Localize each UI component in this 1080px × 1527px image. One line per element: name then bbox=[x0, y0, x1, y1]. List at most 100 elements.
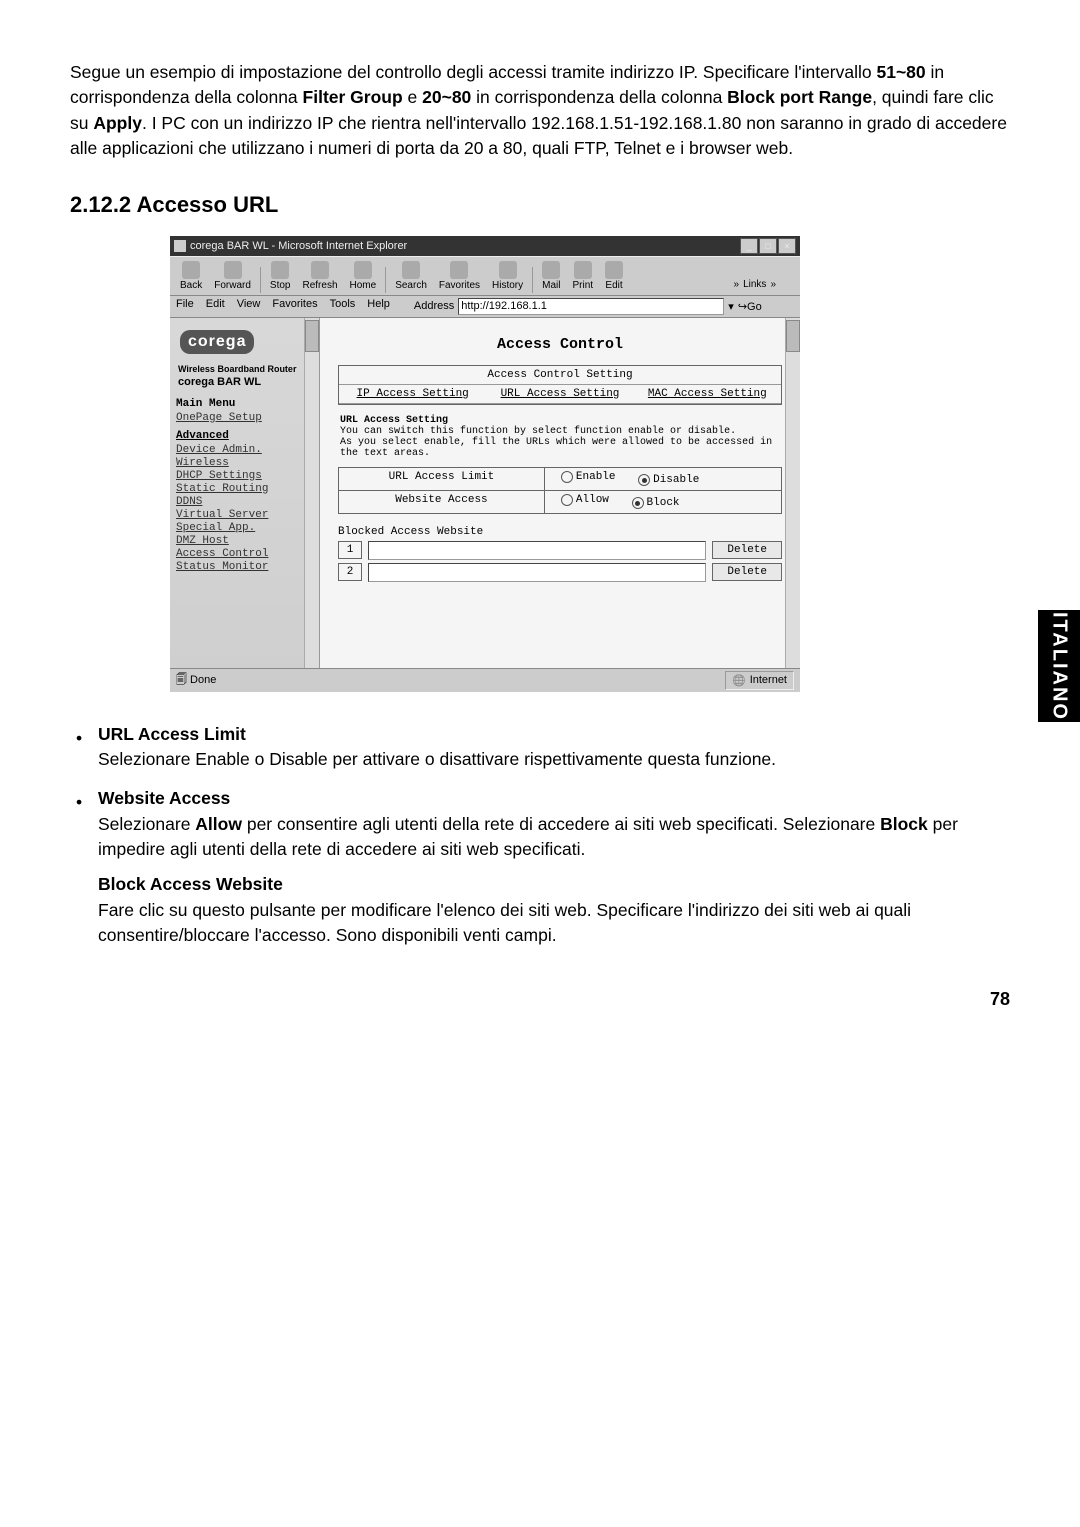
tab-url[interactable]: URL Access Setting bbox=[486, 385, 633, 403]
content-frame: corega Wireless Boardband Router corega … bbox=[170, 318, 800, 668]
sidebar-section-main: Main Menu bbox=[176, 398, 313, 410]
menu-view[interactable]: View bbox=[237, 298, 261, 315]
menu-file[interactable]: File bbox=[176, 298, 194, 315]
tab-ip[interactable]: IP Access Setting bbox=[339, 385, 486, 403]
stop-button[interactable]: Stop bbox=[264, 259, 297, 293]
forward-label: Forward bbox=[214, 280, 251, 291]
sidebar-item-onepage[interactable]: OnePage Setup bbox=[176, 412, 313, 424]
intro-text: . I PC con un indirizzo IP che rientra n… bbox=[70, 113, 1007, 158]
blocked-heading: Blocked Access Website bbox=[338, 526, 782, 538]
mail-icon bbox=[542, 261, 560, 279]
links-chevron-icon[interactable]: » bbox=[770, 279, 776, 290]
links-chevron-icon[interactable]: » bbox=[734, 279, 740, 290]
radio-disable[interactable]: Disable bbox=[638, 474, 699, 486]
bullet-title: Website Access bbox=[98, 786, 1010, 811]
go-button[interactable]: ↪Go bbox=[738, 300, 762, 313]
delete-button[interactable]: Delete bbox=[712, 563, 782, 581]
edit-icon bbox=[605, 261, 623, 279]
address-dropdown-icon[interactable]: ▾ bbox=[728, 300, 734, 313]
home-button[interactable]: Home bbox=[344, 259, 383, 293]
internet-zone-icon: 🌐 bbox=[732, 674, 746, 687]
blocked-row-1: 1 Delete bbox=[338, 541, 782, 560]
menu-tools[interactable]: Tools bbox=[330, 298, 356, 315]
intro-bold: Filter Group bbox=[303, 87, 403, 107]
close-button[interactable]: × bbox=[778, 238, 796, 254]
stop-label: Stop bbox=[270, 280, 291, 291]
radio-enable[interactable]: Enable bbox=[561, 471, 616, 483]
bullet-website-access: • Website Access Selezionare Allow per c… bbox=[70, 786, 1010, 948]
sidebar-item-status[interactable]: Status Monitor bbox=[176, 561, 313, 573]
bullet-text-part: Selezionare bbox=[98, 814, 195, 834]
router-main: Access Control Access Control Setting IP… bbox=[320, 318, 800, 668]
history-button[interactable]: History bbox=[486, 259, 529, 293]
throbber-icon bbox=[780, 277, 796, 293]
bullet-subtext: Fare clic su questo pulsante per modific… bbox=[98, 898, 1010, 949]
sidebar-item-dmz[interactable]: DMZ Host bbox=[176, 535, 313, 547]
search-icon bbox=[402, 261, 420, 279]
menu-favorites[interactable]: Favorites bbox=[272, 298, 317, 315]
sidebar-item-dhcp[interactable]: DHCP Settings bbox=[176, 470, 313, 482]
desc-heading: URL Access Setting bbox=[340, 415, 448, 426]
back-icon bbox=[182, 261, 200, 279]
main-scrollbar[interactable] bbox=[785, 318, 800, 668]
maximize-button[interactable]: □ bbox=[759, 238, 777, 254]
sidebar-item-static[interactable]: Static Routing bbox=[176, 483, 313, 495]
home-label: Home bbox=[350, 280, 377, 291]
sidebar-item-device[interactable]: Device Admin. bbox=[176, 444, 313, 456]
zone-label: Internet bbox=[750, 674, 787, 686]
favorites-label: Favorites bbox=[439, 280, 480, 291]
sidebar-item-wireless[interactable]: Wireless bbox=[176, 457, 313, 469]
search-label: Search bbox=[395, 280, 427, 291]
forward-button[interactable]: Forward bbox=[208, 259, 257, 293]
sidebar-item-access[interactable]: Access Control bbox=[176, 548, 313, 560]
tabs-caption: Access Control Setting bbox=[339, 366, 781, 385]
intro-bold: 20~80 bbox=[422, 87, 471, 107]
blocked-row-2: 2 Delete bbox=[338, 563, 782, 582]
sidebar-scrollbar[interactable] bbox=[304, 318, 319, 668]
blocked-url-input[interactable] bbox=[368, 563, 706, 582]
sidebar-item-ddns[interactable]: DDNS bbox=[176, 496, 313, 508]
intro-paragraph: Segue un esempio di impostazione del con… bbox=[70, 60, 1010, 162]
section-heading: 2.12.2 Accesso URL bbox=[70, 192, 1010, 218]
bullet-text-part: per consentire agli utenti della rete di… bbox=[242, 814, 880, 834]
bullet-block-access-website: Block Access Website Fare clic su questo… bbox=[98, 872, 1010, 948]
intro-text: in corrispondenza della colonna bbox=[471, 87, 727, 107]
sidebar-item-virtual[interactable]: Virtual Server bbox=[176, 509, 313, 521]
history-icon bbox=[499, 261, 517, 279]
radio-allow-label: Allow bbox=[576, 494, 609, 506]
radio-block[interactable]: Block bbox=[632, 497, 680, 509]
print-icon bbox=[574, 261, 592, 279]
sidebar-product: corega BAR WL bbox=[178, 376, 311, 388]
blocked-url-input[interactable] bbox=[368, 541, 706, 560]
delete-button[interactable]: Delete bbox=[712, 541, 782, 559]
blocked-section: Blocked Access Website 1 Delete 2 Delete bbox=[338, 526, 782, 582]
sidebar-section-advanced[interactable]: Advanced bbox=[176, 430, 313, 442]
edit-button[interactable]: Edit bbox=[599, 259, 629, 293]
bullet-url-access-limit: • URL Access Limit Selezionare Enable o … bbox=[70, 722, 1010, 773]
tab-mac[interactable]: MAC Access Setting bbox=[634, 385, 781, 403]
address-label: Address bbox=[414, 300, 454, 312]
links-label[interactable]: Links bbox=[743, 279, 766, 290]
intro-text: Segue un esempio di impostazione del con… bbox=[70, 62, 877, 82]
refresh-button[interactable]: Refresh bbox=[297, 259, 344, 293]
back-button[interactable]: Back bbox=[174, 259, 208, 293]
radio-allow[interactable]: Allow bbox=[561, 494, 609, 506]
minimize-button[interactable]: _ bbox=[740, 238, 758, 254]
desc-line1: You can switch this function by select f… bbox=[340, 426, 736, 437]
mail-label: Mail bbox=[542, 280, 560, 291]
intro-bold: Apply bbox=[93, 113, 142, 133]
mail-button[interactable]: Mail bbox=[536, 259, 566, 293]
refresh-icon bbox=[311, 261, 329, 279]
sidebar-item-special[interactable]: Special App. bbox=[176, 522, 313, 534]
menu-help[interactable]: Help bbox=[367, 298, 390, 315]
ie-icon bbox=[174, 240, 186, 252]
bullet-list: • URL Access Limit Selezionare Enable o … bbox=[70, 722, 1010, 949]
brand-logo: corega bbox=[180, 330, 254, 354]
desc-line2: As you select enable, fill the URLs whic… bbox=[340, 437, 772, 459]
menu-edit[interactable]: Edit bbox=[206, 298, 225, 315]
address-input[interactable] bbox=[458, 298, 724, 315]
print-button[interactable]: Print bbox=[566, 259, 599, 293]
page-heading: Access Control bbox=[338, 336, 782, 353]
search-button[interactable]: Search bbox=[389, 259, 433, 293]
favorites-button[interactable]: Favorites bbox=[433, 259, 486, 293]
